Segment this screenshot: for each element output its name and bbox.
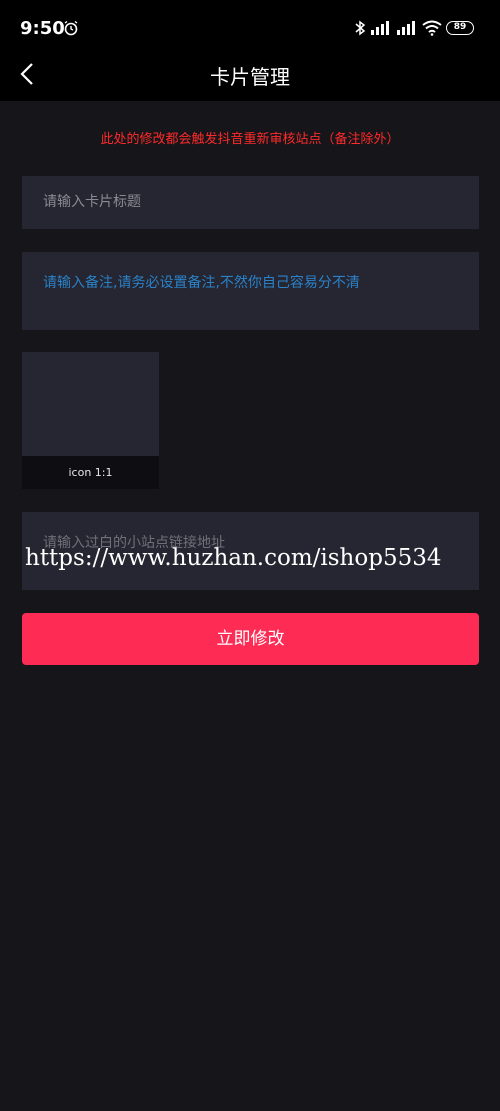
icon-upload[interactable]: icon 1:1 xyxy=(22,352,159,489)
status-icons: 89 xyxy=(354,20,474,36)
battery-icon: 89 xyxy=(446,21,474,35)
wifi-icon xyxy=(422,20,442,36)
watermark: https://www.huzhan.com/ishop5534 xyxy=(25,545,442,571)
signal-icon xyxy=(397,21,415,35)
alarm-icon xyxy=(64,20,78,36)
note-input[interactable]: 请输入备注,请务必设置备注,不然你自己容易分不清 xyxy=(22,252,479,330)
warning-text: 此处的修改都会触发抖音重新审核站点（备注除外） xyxy=(100,132,400,147)
signal-icon xyxy=(371,21,389,35)
page-title: 卡片管理 xyxy=(210,65,290,89)
status-time: 9:50 xyxy=(20,18,65,39)
card-title-input[interactable]: 请输入卡片标题 xyxy=(22,176,479,229)
submit-button[interactable]: 立即修改 xyxy=(22,613,479,665)
icon-caption: icon 1:1 xyxy=(22,456,159,489)
status-bar: 9:50 89 xyxy=(0,0,500,52)
bluetooth-icon xyxy=(355,20,366,36)
nav-bar: 卡片管理 xyxy=(0,52,500,101)
